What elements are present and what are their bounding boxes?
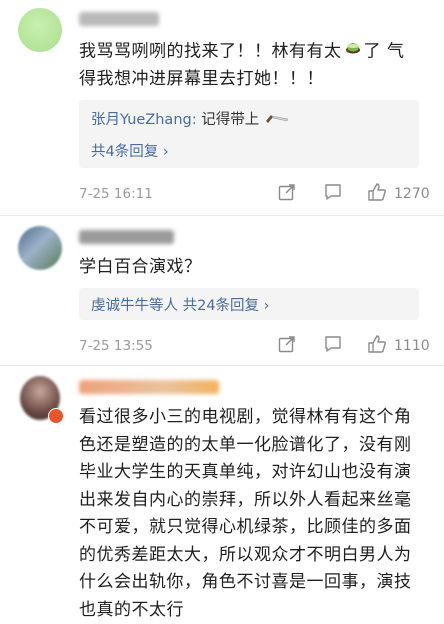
comment-2: 学白百合演戏？ 虔诚牛牛等人 共24条回复 › 7-25 13:55 1110 (0, 218, 444, 368)
reply-authors: 虔诚牛牛等人 (91, 298, 178, 314)
username-blurred[interactable] (79, 230, 174, 244)
username-blurred[interactable] (79, 380, 219, 394)
avatar[interactable] (18, 226, 62, 270)
more-replies-link[interactable]: 共4条回复 › (91, 140, 169, 161)
tea-cup-icon (344, 38, 362, 65)
verified-badge-icon (48, 408, 64, 424)
divider (0, 365, 444, 366)
timestamp: 7-25 13:55 (79, 338, 153, 354)
thumbs-up-icon[interactable] (366, 333, 388, 359)
knife-icon (264, 110, 290, 130)
username-blurred[interactable] (79, 12, 159, 26)
comment-text: 看过很多小三的电视剧，觉得林有有这个角 色还是塑造的的太单一化脸谱化了，没有刚 … (79, 407, 412, 620)
comment-text: 学白百合演戏？ (79, 257, 202, 277)
comment-icon[interactable] (323, 334, 343, 358)
reply-author[interactable]: 张月YueZhang: (91, 112, 197, 128)
avatar[interactable] (18, 8, 62, 52)
timestamp: 7-25 16:11 (79, 186, 153, 202)
comment-text: 我骂骂咧咧的找来了！！林有有太了 气 得我想冲进屏幕里去打她！！！ (79, 38, 430, 93)
share-icon[interactable] (277, 334, 297, 358)
thumbs-up-icon[interactable] (366, 181, 388, 207)
comment-icon[interactable] (323, 182, 343, 206)
reply-preview[interactable]: 张月YueZhang: 记得带上 共4条回复 › (79, 100, 419, 168)
reply-preview[interactable]: 虔诚牛牛等人 共24条回复 › (79, 288, 419, 320)
comment-3: 看过很多小三的电视剧，觉得林有有这个角 色还是塑造的的太单一化脸谱化了，没有刚 … (0, 368, 444, 620)
reply-text: 记得带上 (201, 112, 260, 128)
chevron-right-icon: › (263, 298, 270, 314)
like-count: 1110 (394, 338, 430, 354)
share-icon[interactable] (277, 182, 297, 206)
comment-1: 我骂骂咧咧的找来了！！林有有太了 气 得我想冲进屏幕里去打她！！！ 张月YueZ… (0, 0, 444, 218)
reply-line: 张月YueZhang: 记得带上 (91, 110, 290, 130)
chevron-right-icon: › (162, 144, 169, 160)
like-count: 1270 (394, 186, 430, 202)
divider (0, 215, 444, 216)
more-replies-link[interactable]: 虔诚牛牛等人 共24条回复 › (91, 294, 269, 315)
